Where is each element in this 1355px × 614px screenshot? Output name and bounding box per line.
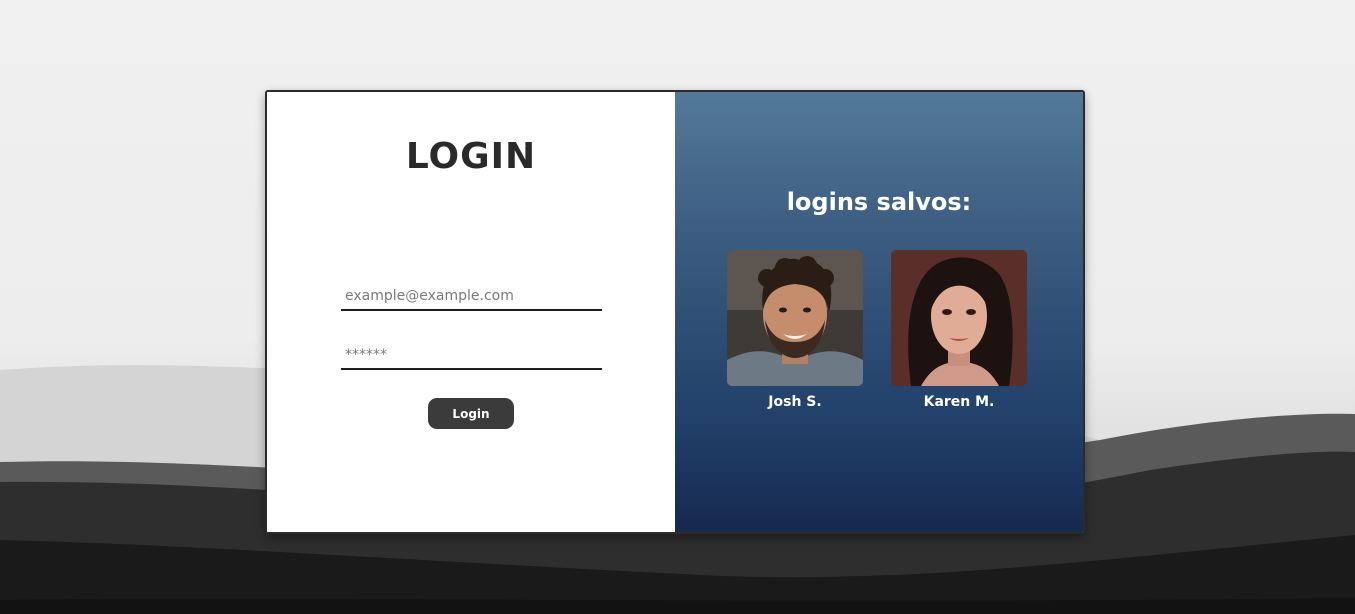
saved-profile-josh[interactable]: Josh S. [727, 250, 863, 410]
login-panel: LOGIN Login [267, 92, 675, 532]
saved-logins-title: logins salvos: [786, 188, 972, 216]
woman-avatar[interactable] [891, 250, 1027, 386]
login-card: LOGIN Login logins salvos: [265, 90, 1085, 534]
saved-profile-karen[interactable]: Karen M. [891, 250, 1027, 410]
profile-name: Karen M. [923, 394, 995, 410]
email-field[interactable] [341, 283, 602, 311]
man-avatar[interactable] [727, 250, 863, 386]
password-field[interactable] [341, 342, 602, 370]
login-button[interactable]: Login [428, 398, 514, 429]
saved-logins-panel: logins salvos: Josh S. Karen M. [675, 92, 1083, 532]
login-title: LOGIN [405, 136, 537, 177]
profile-name: Josh S. [768, 394, 822, 410]
